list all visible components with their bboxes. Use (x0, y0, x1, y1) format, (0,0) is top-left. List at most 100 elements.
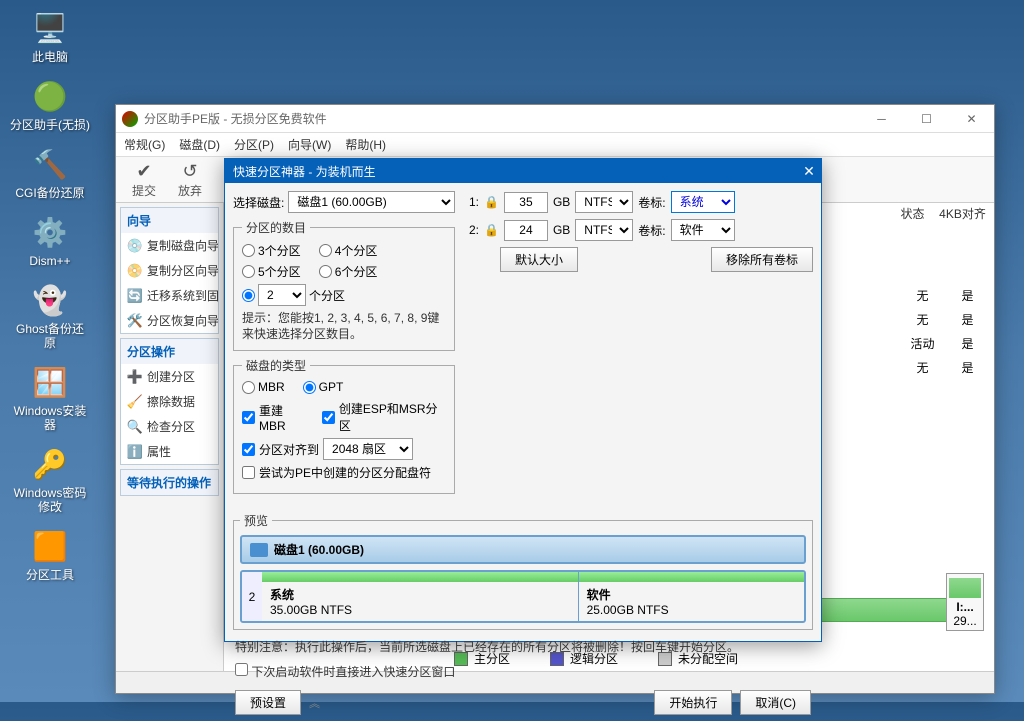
table-row[interactable]: 无是 (900, 283, 990, 307)
radio-6[interactable]: 6个分区 (319, 263, 378, 280)
erase-icon: 🧹 (127, 394, 143, 410)
menu-general[interactable]: 常规(G) (124, 136, 165, 153)
check-icon: ✔ (136, 161, 151, 182)
partition-block[interactable]: I:... 29... (946, 573, 984, 631)
lock-icon[interactable]: 🔒 (484, 195, 499, 209)
table-row[interactable]: 无是 (900, 355, 990, 379)
warning-text: 特别注意：执行此操作后，当前所选磁盘上已经存在的所有分区将被删除！按回车键开始分… (225, 634, 821, 659)
sidebar-item-create[interactable]: ➕创建分区 (121, 364, 218, 389)
sidebar-group-pending: 等待执行的操作 (121, 470, 218, 495)
partition-icon: 📀 (127, 263, 143, 279)
preview-partition-2[interactable]: 软件25.00GB NTFS (579, 572, 804, 621)
preview-disk-header: 磁盘1 (60.00GB) (240, 535, 806, 564)
preview-partition-1[interactable]: 系统35.00GB NTFS (262, 572, 579, 621)
desktop: 🖥️此电脑 🟢分区助手(无损) 🔨CGI备份还原 ⚙️Dism++ 👻Ghost… (0, 0, 100, 702)
sidebar-item-wipe[interactable]: 🧹擦除数据 (121, 389, 218, 414)
disk-type-group: 磁盘的类型 MBR GPT 重建MBR 创建ESP和MSR分区 分区对齐到 20… (233, 357, 455, 494)
table-row[interactable]: 无是 (900, 307, 990, 331)
lock-icon[interactable]: 🔒 (484, 223, 499, 237)
check-icon: 🔍 (127, 419, 143, 435)
count-hint: 提示：您能按1, 2, 3, 4, 5, 6, 7, 8, 9键来快速选择分区数… (242, 310, 446, 342)
column-headers: 状态 4KB对齐 (890, 203, 990, 223)
disk-icon (250, 543, 268, 557)
toolbar-discard[interactable]: ↺放弃 (172, 159, 208, 201)
align-select[interactable]: 2048 扇区 (323, 438, 413, 460)
table-row[interactable]: 活动是 (900, 331, 990, 355)
size-input-1[interactable] (504, 192, 548, 213)
desktop-icon-win-installer[interactable]: 🪟Windows安装器 (10, 362, 90, 432)
sidebar: 向导 💿复制磁盘向导 📀复制分区向导 🔄迁移系统到固 🛠️分区恢复向导 分区操作… (116, 203, 224, 671)
partition-count-group: 分区的数目 3个分区 4个分区 5个分区 6个分区 2 个分区 提示：您能按1,… (233, 219, 455, 351)
plus-icon: ➕ (127, 369, 143, 385)
window-title: 分区助手PE版 - 无损分区免费软件 (144, 110, 859, 127)
minimize-button[interactable]: ─ (859, 105, 904, 133)
sidebar-item-recover[interactable]: 🛠️分区恢复向导 (121, 308, 218, 333)
maximize-button[interactable]: ☐ (904, 105, 949, 133)
partition-row-2: 2: 🔒 GB NTFS 卷标: 软件 (463, 219, 813, 241)
preset-button[interactable]: 预设置 (235, 690, 301, 715)
radio-3[interactable]: 3个分区 (242, 242, 301, 259)
clear-labels-button[interactable]: 移除所有卷标 (711, 247, 813, 272)
radio-4[interactable]: 4个分区 (319, 242, 378, 259)
quick-partition-dialog: 快速分区神器 - 为装机而生 ✕ 选择磁盘: 磁盘1 (60.00GB) 分区的… (224, 158, 822, 642)
close-button[interactable]: ✕ (949, 105, 994, 133)
sidebar-group-wizard: 向导 (121, 208, 218, 233)
fs-select-1[interactable]: NTFS (575, 191, 633, 213)
dialog-title: 快速分区神器 - 为装机而生 (233, 163, 376, 180)
fs-select-2[interactable]: NTFS (575, 219, 633, 241)
desktop-icon-ghost[interactable]: 👻Ghost备份还原 (10, 280, 90, 350)
chk-assign-letter[interactable]: 尝试为PE中创建的分区分配盘符 (242, 464, 446, 481)
recover-icon: 🛠️ (127, 313, 143, 329)
chk-open-next-time[interactable]: 下次启动软件时直接进入快速分区窗口 (235, 665, 455, 679)
menu-partition[interactable]: 分区(P) (234, 136, 274, 153)
col-4k: 4KB对齐 (935, 205, 990, 222)
disk-select[interactable]: 磁盘1 (60.00GB) (288, 191, 455, 213)
chk-rebuild-mbr[interactable]: 重建MBR (242, 400, 308, 434)
custom-count-select[interactable]: 2 (258, 284, 306, 306)
dialog-close-button[interactable]: ✕ (797, 163, 821, 180)
chk-create-esp[interactable]: 创建ESP和MSR分区 (322, 400, 446, 434)
desktop-icon-partition-assistant[interactable]: 🟢分区助手(无损) (10, 76, 90, 132)
radio-gpt[interactable]: GPT (303, 380, 344, 394)
preview-count: 2 (242, 572, 262, 621)
default-size-button[interactable]: 默认大小 (500, 247, 578, 272)
sidebar-item-migrate-os[interactable]: 🔄迁移系统到固 (121, 283, 218, 308)
desktop-icon-disk-tool[interactable]: 🟧分区工具 (10, 526, 90, 582)
data-rows: 无是 无是 活动是 无是 (900, 283, 990, 379)
col-status: 状态 (890, 205, 935, 222)
app-icon (122, 111, 138, 127)
menu-disk[interactable]: 磁盘(D) (179, 136, 220, 153)
disk-icon: 💿 (127, 238, 143, 254)
undo-icon: ↺ (182, 161, 197, 182)
titlebar: 分区助手PE版 - 无损分区免费软件 ─ ☐ ✕ (116, 105, 994, 133)
sidebar-item-copy-disk[interactable]: 💿复制磁盘向导 (121, 233, 218, 258)
radio-5[interactable]: 5个分区 (242, 263, 301, 280)
info-icon: ℹ️ (127, 444, 143, 460)
sidebar-group-ops: 分区操作 (121, 339, 218, 364)
disk-label: 选择磁盘: (233, 194, 284, 211)
menubar: 常规(G) 磁盘(D) 分区(P) 向导(W) 帮助(H) (116, 133, 994, 157)
chk-align[interactable]: 分区对齐到 2048 扇区 (242, 438, 446, 460)
menu-wizard[interactable]: 向导(W) (288, 136, 331, 153)
desktop-icon-win-password[interactable]: 🔑Windows密码修改 (10, 444, 90, 514)
sidebar-item-check[interactable]: 🔍检查分区 (121, 414, 218, 439)
radio-custom[interactable]: 2 个分区 (242, 284, 345, 306)
sidebar-item-props[interactable]: ℹ️属性 (121, 439, 218, 464)
desktop-icon-cgi-backup[interactable]: 🔨CGI备份还原 (10, 144, 90, 200)
desktop-icon-this-pc[interactable]: 🖥️此电脑 (10, 8, 90, 64)
vol-select-1[interactable]: 系统 (671, 191, 735, 213)
size-input-2[interactable] (504, 220, 548, 241)
radio-mbr[interactable]: MBR (242, 380, 285, 394)
preview-group: 预览 磁盘1 (60.00GB) 2 系统35.00GB NTFS 软件25.0… (233, 512, 813, 630)
sidebar-item-copy-partition[interactable]: 📀复制分区向导 (121, 258, 218, 283)
chevron-icon: ︽ (309, 695, 318, 711)
toolbar-commit[interactable]: ✔提交 (126, 159, 162, 201)
cancel-button[interactable]: 取消(C) (740, 690, 811, 715)
desktop-icon-dism[interactable]: ⚙️Dism++ (10, 212, 90, 268)
start-button[interactable]: 开始执行 (654, 690, 732, 715)
menu-help[interactable]: 帮助(H) (345, 136, 386, 153)
vol-select-2[interactable]: 软件 (671, 219, 735, 241)
dialog-titlebar: 快速分区神器 - 为装机而生 ✕ (225, 159, 821, 183)
partition-row-1: 1: 🔒 GB NTFS 卷标: 系统 (463, 191, 813, 213)
migrate-icon: 🔄 (127, 288, 143, 304)
